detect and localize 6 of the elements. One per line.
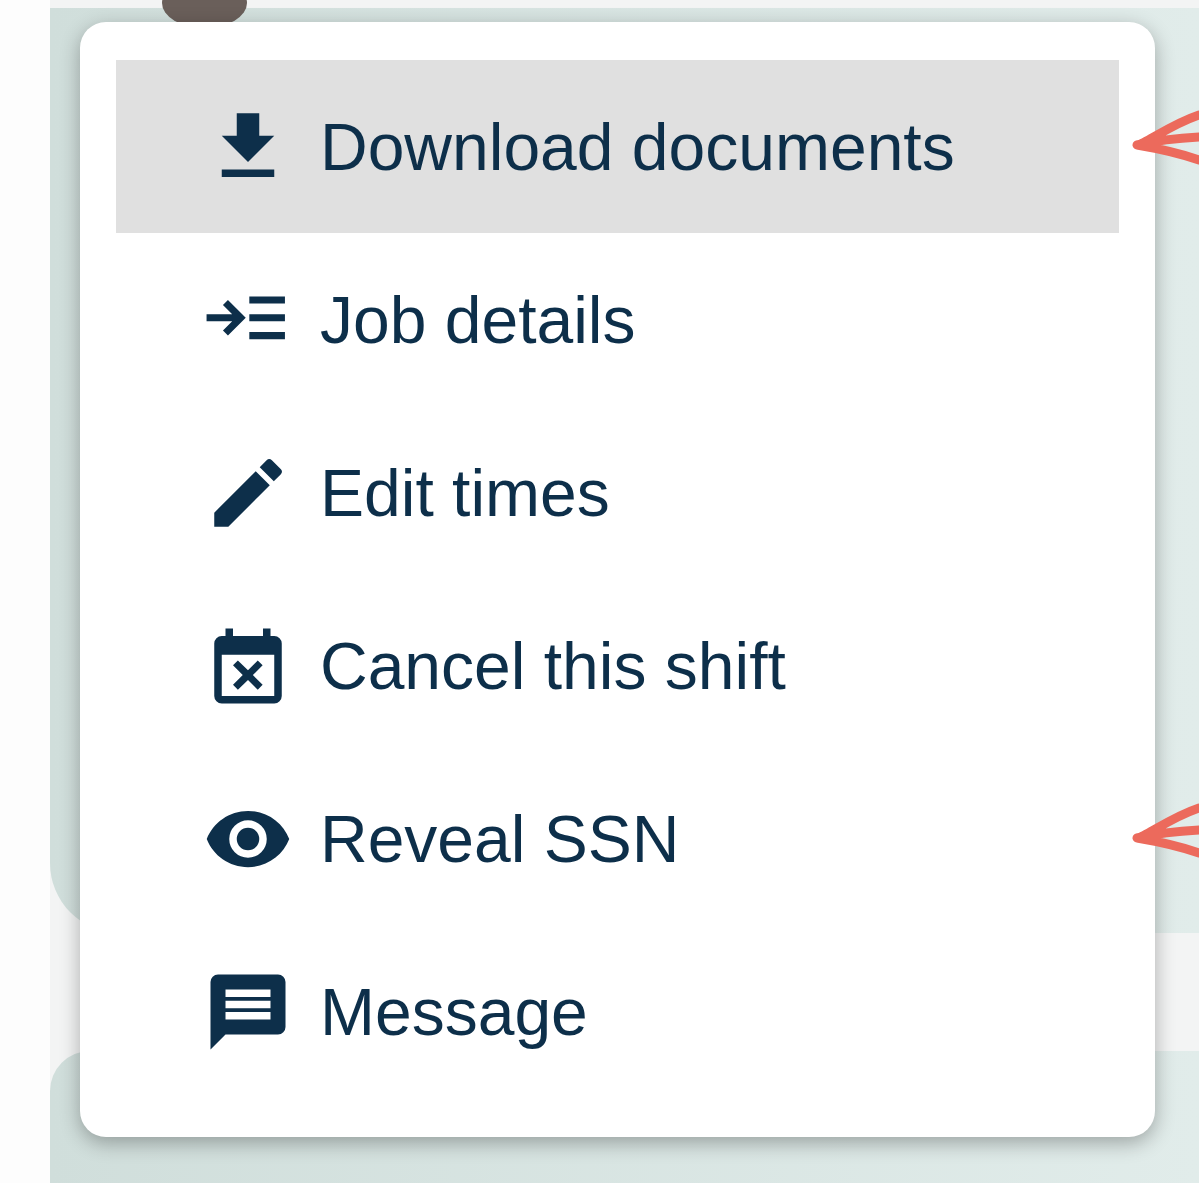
- menu-item[interactable]: Cancel this shift: [116, 579, 1119, 752]
- menu-item[interactable]: Download documents: [116, 60, 1119, 233]
- menu-item[interactable]: Message: [116, 925, 1119, 1098]
- menu-item[interactable]: Edit times: [116, 406, 1119, 579]
- menu-item[interactable]: Job details: [116, 233, 1119, 406]
- menu-item[interactable]: Reveal SSN: [116, 752, 1119, 925]
